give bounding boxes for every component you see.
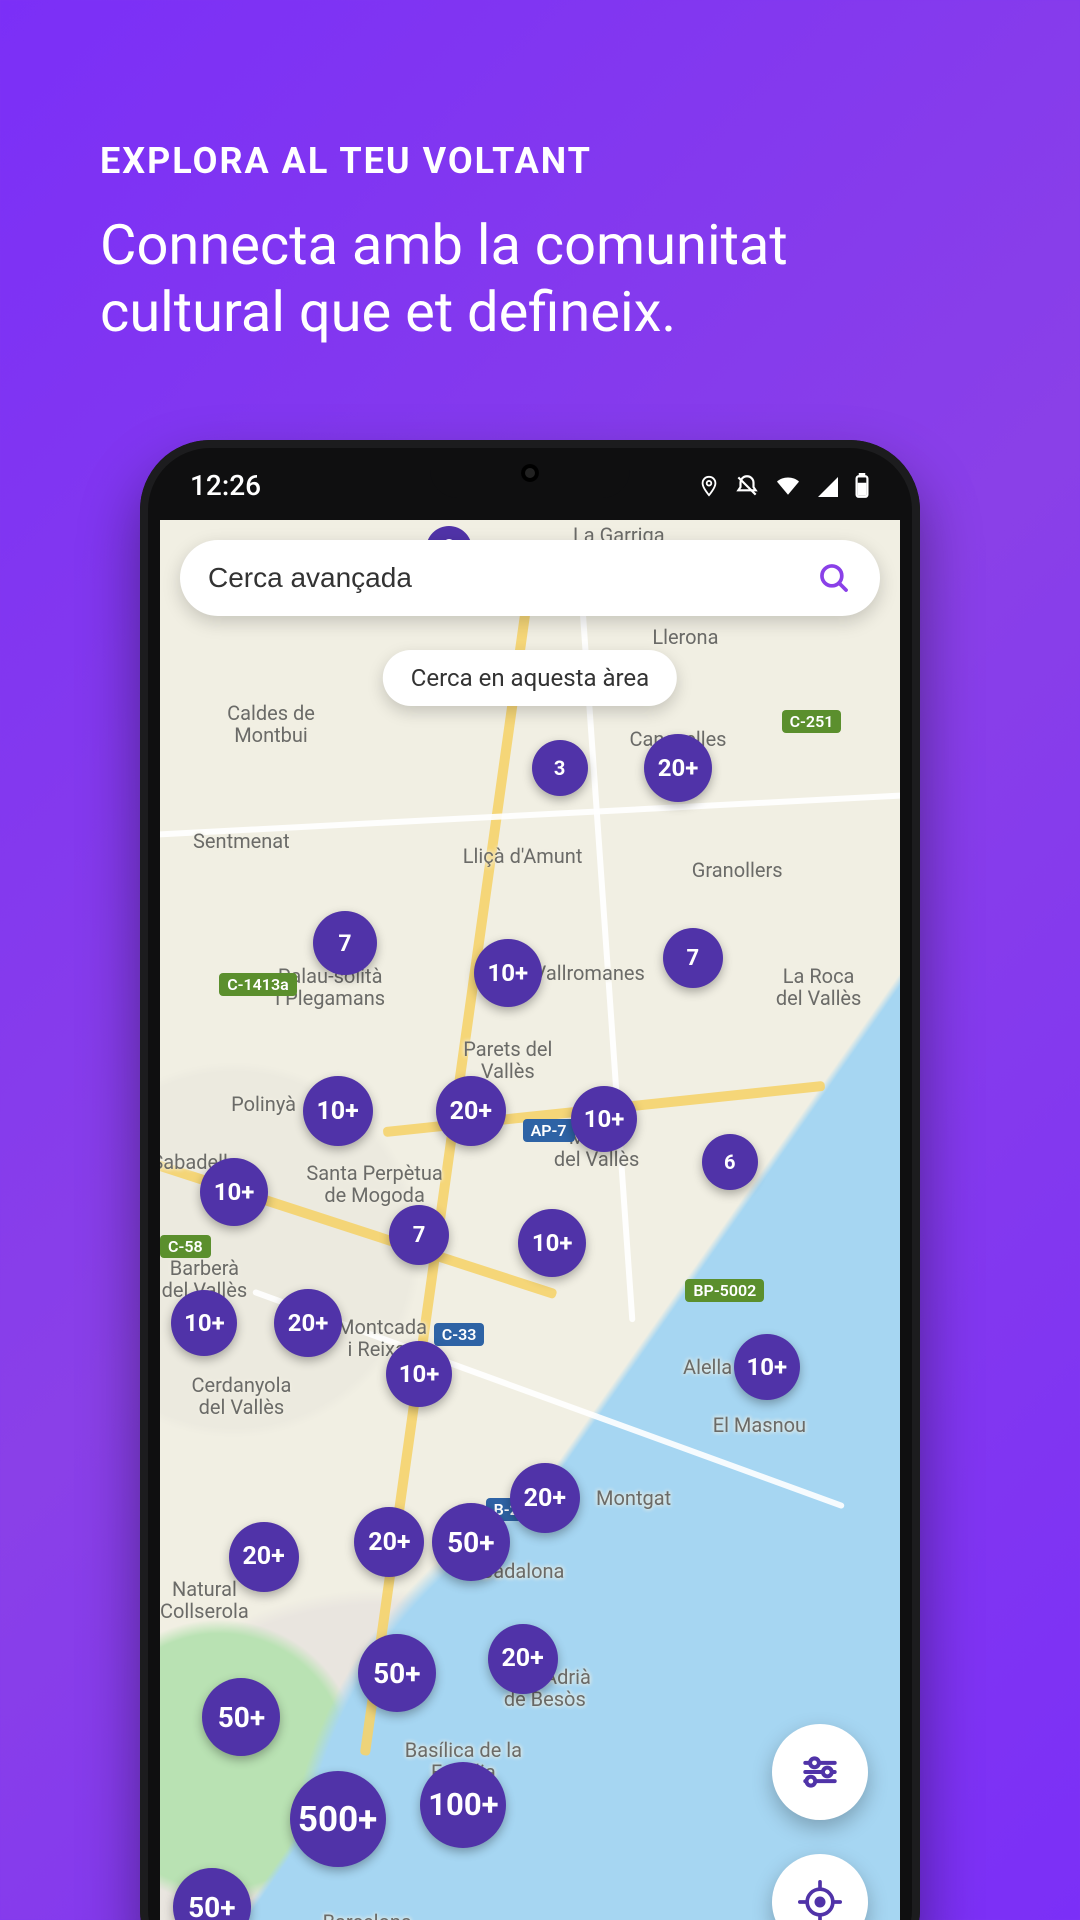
- road-tag: C-58: [160, 1235, 211, 1258]
- status-icons: [698, 473, 870, 499]
- map-cluster[interactable]: 20+: [488, 1624, 558, 1694]
- map-cluster[interactable]: 50+: [202, 1678, 280, 1756]
- map-cluster[interactable]: 7: [663, 928, 723, 988]
- phone-frame: 12:26 La GarrigaLleronaCaldes deMontbuiC…: [140, 440, 920, 1920]
- map-cluster[interactable]: 50+: [432, 1503, 510, 1581]
- search-bar[interactable]: [180, 540, 880, 616]
- map-cluster[interactable]: 20+: [229, 1522, 299, 1592]
- map-place-label: Barcelona: [323, 1911, 412, 1920]
- map-cluster[interactable]: 3: [532, 740, 588, 796]
- map-cluster[interactable]: 6: [702, 1134, 758, 1190]
- map-cluster[interactable]: 20+: [644, 734, 712, 802]
- map-place-label: Sentmenat: [193, 830, 290, 852]
- map-cluster[interactable]: 100+: [420, 1762, 506, 1848]
- map-place-label: El Masnou: [713, 1414, 806, 1436]
- map-cluster[interactable]: 20+: [274, 1289, 342, 1357]
- map-place-label: Caldes deMontbui: [227, 702, 315, 746]
- map-cluster[interactable]: 50+: [358, 1634, 436, 1712]
- map-place-label: Parets delVallès: [463, 1038, 552, 1082]
- map-place-label: Cerdanyoladel Vallès: [191, 1374, 291, 1418]
- filters-button[interactable]: [772, 1724, 868, 1820]
- search-this-area-button[interactable]: Cerca en aquesta àrea: [383, 650, 677, 706]
- map-place-label: Montgat: [596, 1487, 671, 1509]
- map-cluster[interactable]: 7: [389, 1205, 449, 1265]
- crosshair-icon: [798, 1880, 842, 1920]
- road-tag: C-251: [782, 710, 842, 733]
- map-cluster[interactable]: 10+: [200, 1158, 268, 1226]
- road-tag: C-33: [434, 1323, 485, 1346]
- road-tag: BP-5002: [685, 1279, 764, 1302]
- map-cluster[interactable]: 10+: [474, 939, 542, 1007]
- map-place-label: Santa Perpètuade Mogoda: [306, 1162, 442, 1206]
- map-place-label: La Rocadel Vallès: [776, 965, 862, 1009]
- map-cluster[interactable]: 20+: [354, 1507, 424, 1577]
- map-place-label: NaturalCollserola: [160, 1578, 249, 1622]
- signal-icon: [816, 475, 840, 497]
- sliders-icon: [798, 1750, 842, 1794]
- location-icon: [698, 473, 720, 499]
- map-cluster[interactable]: 10+: [734, 1334, 800, 1400]
- map-place-label: Granollers: [692, 859, 783, 881]
- map-cluster[interactable]: 10+: [171, 1290, 237, 1356]
- wifi-icon: [774, 475, 802, 497]
- battery-icon: [854, 473, 870, 499]
- map-canvas[interactable]: La GarrigaLleronaCaldes deMontbuiCanovel…: [160, 520, 900, 1920]
- road-tag: C-1413a: [219, 973, 296, 996]
- map-place-label: Llerona: [652, 626, 718, 648]
- map-cluster[interactable]: 10+: [518, 1209, 586, 1277]
- road-tag: AP-7: [523, 1119, 575, 1142]
- map-cluster[interactable]: 10+: [386, 1341, 452, 1407]
- promo-headline: Connecta amb la comunitat cultural que e…: [100, 212, 980, 346]
- map-place-label: Lliçà d'Amunt: [463, 845, 583, 867]
- map-place-label: Vallromanes: [534, 962, 645, 984]
- map-place-label: Alella: [683, 1356, 732, 1378]
- map-cluster[interactable]: 10+: [571, 1086, 637, 1152]
- app-screen: La GarrigaLleronaCaldes deMontbuiCanovel…: [160, 520, 900, 1920]
- map-cluster[interactable]: 500+: [290, 1771, 386, 1867]
- map-cluster[interactable]: 50+: [173, 1868, 251, 1920]
- promo-eyebrow: EXPLORA AL TEU VOLTANT: [100, 140, 1080, 182]
- map-cluster[interactable]: 20+: [436, 1076, 506, 1146]
- map-cluster[interactable]: 10+: [303, 1076, 373, 1146]
- map-cluster[interactable]: 7: [313, 911, 377, 975]
- map-place-label: Polinyà: [231, 1093, 296, 1115]
- map-cluster[interactable]: 20+: [510, 1463, 580, 1533]
- search-input[interactable]: [208, 562, 816, 594]
- search-icon[interactable]: [816, 560, 852, 596]
- status-time: 12:26: [190, 469, 261, 502]
- phone-notch: [430, 458, 630, 498]
- mute-icon: [734, 473, 760, 499]
